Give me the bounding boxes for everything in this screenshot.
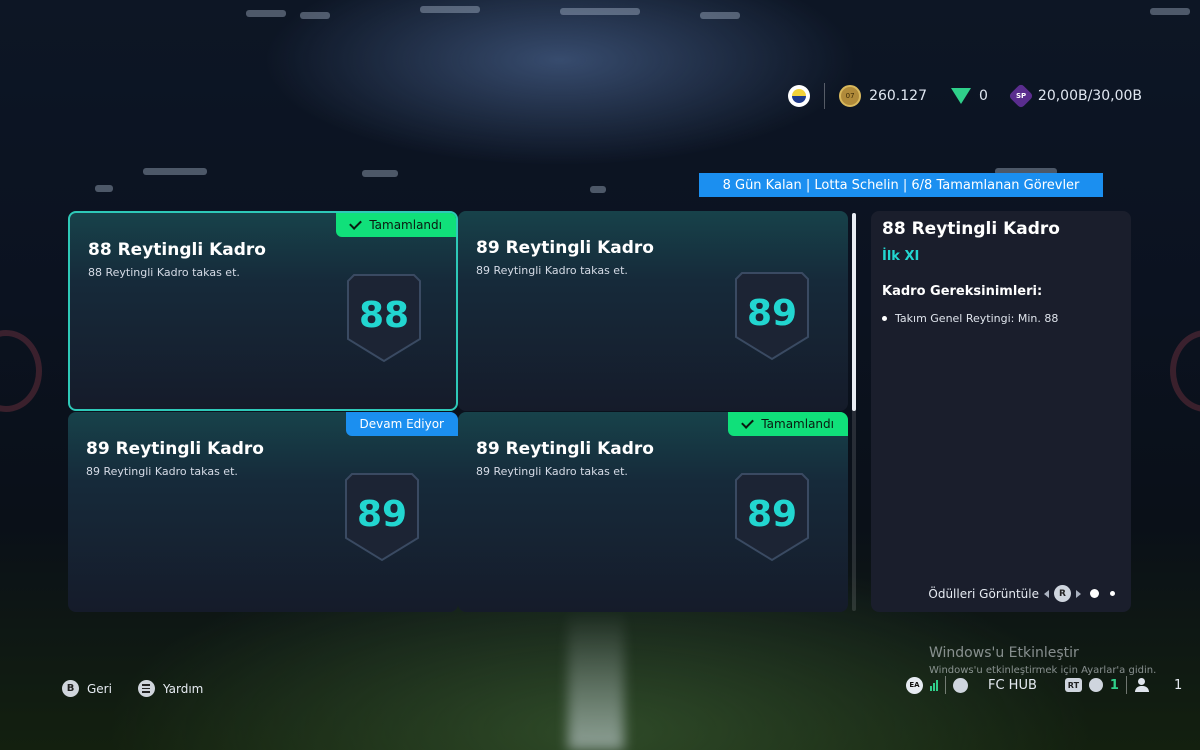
rating-value: 89 [356,494,408,535]
fc-hub-label[interactable]: FC HUB [988,678,1037,693]
chat-icon[interactable] [953,677,968,693]
divider [1125,676,1127,694]
watermark-subtitle: Windows'u etkinleştirmek için Ayarlar'a … [929,665,1157,676]
ea-icon: EA [906,676,923,694]
background-crest-left [0,330,42,412]
back-label[interactable]: Geri [87,682,112,696]
card-title: 89 Reytingli Kadro [86,439,264,459]
points-value: 0 [978,88,988,104]
background-crest-right [1170,330,1200,412]
pitch-line-background [568,610,624,750]
voice-count: 1 [1109,677,1119,693]
status-label: Tamamlandı [761,417,834,431]
status-bar: EA FC HUB RT 1 1 [906,676,1182,694]
party-count: 1 [1173,677,1183,693]
rating-shield: 89 [344,470,420,562]
rating-shield: 88 [346,271,422,363]
card-subtitle: 88 Reytingli Kadro takas et. [88,266,240,279]
coins-value: 260.127 [869,88,927,104]
status-badge-completed: Tamamlandı [336,213,456,237]
requirement-text: Takım Genel Reytingi: Min. 88 [895,312,1059,325]
card-subtitle: 89 Reytingli Kadro takas et. [476,264,628,277]
card-title: 88 Reytingli Kadro [88,240,266,260]
help-label[interactable]: Yardım [163,682,203,696]
card-subtitle: 89 Reytingli Kadro takas et. [86,465,238,478]
points-icon [950,88,971,104]
check-icon [349,217,363,230]
divider [824,83,826,109]
rating-value: 88 [358,295,410,336]
card-title: 89 Reytingli Kadro [476,439,654,459]
currency-bar: 07 260.127 0 SP 20,00B/30,00B [788,82,1142,110]
party-icon[interactable] [1134,678,1150,692]
b-button-icon[interactable]: B [62,680,79,697]
status-label: Tamamlandı [369,218,442,232]
card-subtitle: 89 Reytingli Kadro takas et. [476,465,628,478]
club-badge-icon [788,85,811,107]
watermark-title: Windows'u Etkinleştir [929,645,1079,661]
windows-activation-watermark: Windows'u Etkinleştir Windows'u etkinleş… [929,645,1156,676]
status-label: Devam Ediyor [359,417,445,431]
objective-card-89-b[interactable]: Devam Ediyor 89 Reytingli Kadro 89 Reyti… [68,412,458,612]
page-dot-active [1090,589,1099,598]
detail-category: İlk XI [882,249,920,264]
view-rewards-control[interactable]: Ödülleri Görüntüle R [928,585,1115,602]
rating-value: 89 [746,494,798,535]
rt-button-icon[interactable]: RT [1064,678,1082,692]
arrow-right-icon[interactable] [1076,589,1081,598]
status-badge-in-progress: Devam Ediyor [345,412,458,436]
bullet-icon [882,316,887,321]
objective-detail-panel: 88 Reytingli Kadro İlk XI Kadro Gereksin… [871,211,1131,612]
check-icon [741,416,755,429]
r-button-icon[interactable]: R [1054,585,1071,602]
status-badge-completed: Tamamlandı [728,412,848,436]
scrollbar-thumb[interactable] [852,213,856,411]
requirements-heading: Kadro Gereksinimleri: [882,284,1043,299]
menu-button-icon[interactable] [137,680,155,697]
page-dot [1110,591,1115,596]
coin-icon: 07 [839,85,862,107]
season-points-icon: SP [1008,83,1034,109]
connection-bars-icon [930,679,938,691]
voice-chat-icon[interactable] [1088,678,1103,692]
card-title: 89 Reytingli Kadro [476,238,654,258]
divider [945,676,946,694]
objective-banner: 8 Gün Kalan | Lotta Schelin | 6/8 Tamaml… [699,173,1103,197]
requirement-item: Takım Genel Reytingi: Min. 88 [882,312,1058,325]
view-rewards-label: Ödülleri Görüntüle [928,586,1039,601]
detail-title: 88 Reytingli Kadro [882,219,1060,239]
objective-card-89-a[interactable]: 89 Reytingli Kadro 89 Reytingli Kadro ta… [458,211,848,411]
objective-card-88[interactable]: Tamamlandı 88 Reytingli Kadro 88 Reyting… [68,211,458,411]
rating-value: 89 [746,293,798,334]
rating-shield: 89 [734,470,810,562]
arrow-left-icon[interactable] [1044,589,1049,598]
controller-hints: B Geri Yardım [62,680,203,697]
rating-shield: 89 [734,269,810,361]
objective-card-89-c[interactable]: Tamamlandı 89 Reytingli Kadro 89 Reyting… [458,412,848,612]
season-progress-value: 20,00B/30,00B [1037,88,1142,104]
